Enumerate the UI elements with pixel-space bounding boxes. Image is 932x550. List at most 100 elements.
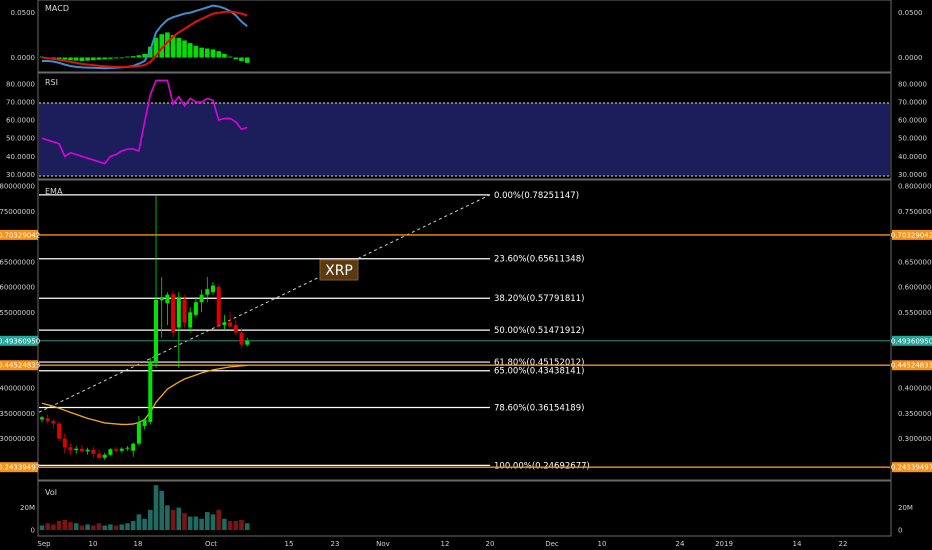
macd-tick-left: 0.0000 [11,54,36,62]
volume-bar [233,521,239,530]
macd-histogram-bar [79,57,85,62]
volume-bar [119,524,125,530]
candle-body [142,419,147,426]
price-tick-right: 0.30000000 [898,435,932,443]
rsi-tick-right: 40.0000 [898,153,927,161]
candle-body [97,453,101,458]
rsi-tick-right: 80.0000 [898,81,927,89]
volume-bar [51,524,56,530]
price-tick-right: 0.35000000 [898,410,932,418]
price-tick-left: 0.75000000 [0,208,35,216]
macd-histogram-bar [130,56,136,58]
rsi-tick-left: 70.0000 [6,99,35,107]
macd-histogram-bar [222,53,227,58]
x-tick-label: 24 [676,540,685,548]
volume-bar [176,507,182,530]
volume-bar [182,513,187,530]
rsi-tick-left: 80.0000 [6,81,35,89]
rsi-tick-right: 70.0000 [898,99,927,107]
candle-body [216,287,221,325]
price-box-right-label: 0.44524833 [891,362,932,370]
candle-body [108,449,113,455]
macd-label: MACD [45,4,69,13]
volume-bar [45,523,50,530]
candle-body [125,447,130,449]
candle-body [182,299,187,323]
candle-body [131,443,136,451]
candle-body [85,449,90,452]
volume-bar [153,485,159,530]
candle-body [211,285,215,293]
candle-body [228,322,233,327]
price-tick-right: 0.55000000 [898,309,932,317]
macd-histogram-bar [216,51,221,58]
volume-bar [102,525,107,530]
volume-bar [222,518,227,530]
candle-body [188,312,193,328]
volume-bar [142,518,147,530]
rsi-tick-left: 40.0000 [6,153,35,161]
macd-histogram-bar [91,57,96,61]
xrp-annotation[interactable]: XRP [319,259,359,281]
volume-bar [68,522,73,530]
fib-level-label: 65.00%(0.43438141) [494,367,584,377]
x-tick-label: 10 [598,540,607,548]
candle-body [102,454,107,458]
volume-bar [136,514,142,530]
macd-histogram-bar [182,40,187,58]
rsi-tick-right: 30.0000 [898,171,927,179]
vol-tick-left: 20M [20,504,35,512]
price-tick-left: 0.40000000 [0,385,35,393]
price-tick-right: 0.80000000 [898,183,932,191]
candle-body [245,340,250,345]
rsi-tick-right: 60.0000 [898,117,927,125]
volume-bar [85,524,90,530]
volume-bar [199,518,204,530]
volume-bar [244,523,250,530]
volume-bar [125,523,130,530]
macd-histogram-bar [119,57,125,59]
volume-bar [39,525,45,530]
candle-body [233,324,238,333]
price-box-right-label: 0.70329042 [891,231,932,239]
macd-histogram-bar [68,57,73,61]
vol-tick-left: 0 [31,527,35,535]
fib-level-label: 100.00%(0.24692677) [494,461,590,471]
candle-body [159,297,164,301]
fib-level-label: 78.60%(0.36154189) [494,404,584,414]
candle-body [154,299,158,363]
x-tick-label: 10 [89,540,98,548]
volume-bar [148,509,153,530]
x-tick-label: Nov [376,540,390,548]
vol-tick-right: 0 [898,527,902,535]
macd-histogram-bar [108,57,113,59]
macd-histogram-bar [102,57,107,60]
price-tick-right: 0.60000000 [898,284,932,292]
candle-body [74,448,79,451]
candle-body [148,361,153,422]
price-tick-right: 0.75000000 [898,208,932,216]
vol-tick-right: 20M [898,504,913,512]
xrp-annotation-text: XRP [325,263,353,279]
volume-bar [205,512,210,530]
macd-histogram-bar [187,43,193,58]
macd-histogram-bar [113,57,119,59]
volume-bar [91,525,96,530]
chart-canvas[interactable]: MACD RSI EMA Vol 0.0500 0.05000.0000 0.000… [0,0,932,550]
candle-body [114,449,119,451]
fib-level-label: 23.60%(0.65611348) [494,255,584,265]
x-tick-label: 20 [486,540,495,548]
macd-histogram-bar [176,37,182,58]
price-tick-left: 0.35000000 [0,410,35,418]
x-tick-label: Sep [37,540,51,548]
macd-histogram-bar [210,49,216,58]
candle-body [193,302,198,315]
x-tick-label: Dec [545,540,559,548]
candle-body [165,294,170,304]
price-tick-left: 0.60000000 [0,284,35,292]
volume-bar [113,525,119,530]
candle-body [222,322,227,325]
price-box-left-label: 0.49360950 [0,337,40,345]
candle-body [40,417,44,420]
macd-histogram-bar [233,57,239,60]
